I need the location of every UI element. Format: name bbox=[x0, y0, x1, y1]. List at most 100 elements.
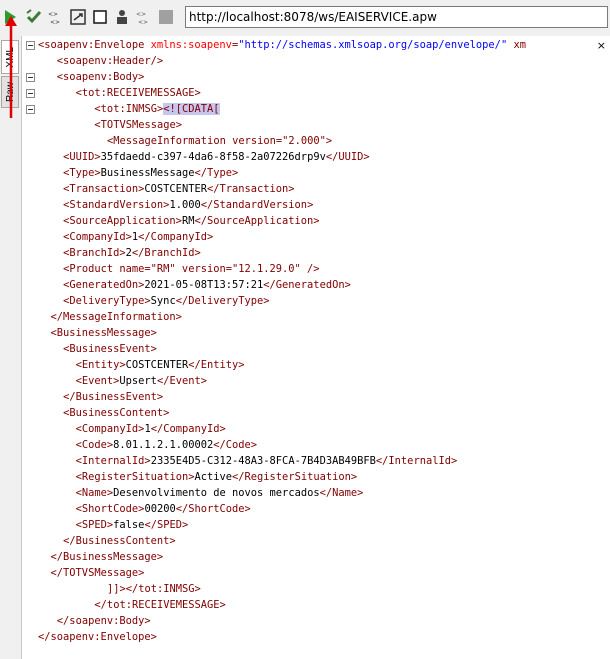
code-line: <UUID>35fdaedd-c397-4da6-8f58-2a07226drp… bbox=[63, 149, 370, 165]
code-line: </MessageInformation> bbox=[51, 309, 182, 325]
xml-text: 35fdaedd-c397-4da6-8f58-2a07226drp9v bbox=[100, 151, 326, 163]
code-line: </tot:RECEIVEMESSAGE> bbox=[94, 597, 225, 613]
xml-tag: <BusinessContent> bbox=[63, 407, 170, 419]
code-line: <BusinessContent> bbox=[63, 405, 169, 421]
xml-tag: <tot:INMSG> bbox=[94, 103, 164, 115]
xml-text: RM bbox=[181, 215, 195, 227]
code-line: <StandardVersion>1.000</StandardVersion> bbox=[63, 197, 313, 213]
stop-icon[interactable] bbox=[92, 9, 108, 25]
user-icon[interactable] bbox=[114, 9, 130, 25]
code-line: <GeneratedOn>2021-05-08T13:57:21</Genera… bbox=[63, 277, 351, 293]
code-line: <TOTVSMessage> bbox=[94, 117, 182, 133]
xml-text: false bbox=[113, 519, 145, 531]
side-tab-bar: XML Raw bbox=[0, 36, 20, 659]
code-line: <ShortCode>00200</ShortCode> bbox=[76, 501, 251, 517]
xml-tag: </tot:RECEIVEMESSAGE> bbox=[94, 599, 226, 611]
code-line: <soapenv:Body> bbox=[57, 69, 145, 85]
code-line: <Name>Desenvolvimento de novos mercados<… bbox=[76, 485, 364, 501]
xml-tag: <soapenv:Body> bbox=[56, 71, 145, 83]
xml-tag: </soapenv:Body> bbox=[56, 615, 151, 627]
xml-tag: ]]></tot:INMSG> bbox=[106, 583, 201, 595]
xml-tag: </RegisterSituation> bbox=[232, 471, 358, 483]
fold-toggle-icon[interactable] bbox=[26, 105, 35, 114]
xml-editor[interactable]: <soapenv:Envelope xmlns:soapenv="http://… bbox=[21, 36, 610, 659]
code-line: <tot:RECEIVEMESSAGE> bbox=[76, 85, 201, 101]
xml-tag: <SourceApplication> bbox=[63, 215, 182, 227]
code-line: </soapenv:Envelope> bbox=[38, 629, 157, 645]
xml-attr-value: "http://schemas.xmlsoap.org/soap/envelop… bbox=[238, 39, 508, 51]
code-line: <BranchId>2</BranchId> bbox=[63, 245, 201, 261]
code-line: <RegisterSituation>Active</RegisterSitua… bbox=[76, 469, 358, 485]
xml-tag: <UUID> bbox=[63, 151, 101, 163]
code-line: <SPED>false</SPED> bbox=[76, 517, 189, 533]
xml-text: COSTCENTER bbox=[144, 183, 207, 195]
code-line: ]]></tot:INMSG> bbox=[107, 581, 201, 597]
xml-tag: <ShortCode> bbox=[75, 503, 145, 515]
xml-tag: </Entity> bbox=[188, 359, 245, 371]
xml-tag: </GeneratedOn> bbox=[263, 279, 351, 291]
fold-toggle-icon[interactable] bbox=[26, 89, 35, 98]
xml-tag: xm bbox=[507, 39, 526, 51]
wsdl-icon[interactable] bbox=[70, 9, 86, 25]
format-xml-icon[interactable]: <> <> bbox=[48, 9, 64, 25]
code-line: <tot:INMSG><![CDATA[ bbox=[94, 101, 220, 117]
xml-tag: <TOTVSMessage> bbox=[94, 119, 183, 131]
xml-text: 00200 bbox=[144, 503, 176, 515]
xml-tag: <Event> bbox=[75, 375, 120, 387]
xml-text: Upsert bbox=[119, 375, 157, 387]
xml-tag: <soapenv:Header/> bbox=[56, 55, 164, 67]
xml-tag: </TOTVSMessage> bbox=[50, 567, 145, 579]
svg-text:<>: <> bbox=[138, 19, 148, 25]
xml-tag: <Code> bbox=[75, 439, 114, 451]
xml-tag: </MessageInformation> bbox=[50, 311, 182, 323]
code-line: </BusinessEvent> bbox=[63, 389, 163, 405]
xml-tag: </Transaction> bbox=[206, 183, 295, 195]
code-line: <Event>Upsert</Event> bbox=[76, 373, 207, 389]
svg-text:<>: <> bbox=[48, 11, 58, 18]
xml-tag: </StandardVersion> bbox=[200, 199, 314, 211]
xml-tag: <Product name="RM" version="12.1.29.0" /… bbox=[63, 263, 320, 275]
xml-tag: <Transaction> bbox=[63, 183, 145, 195]
xml-tag: </DeliveryType> bbox=[175, 295, 270, 307]
xml-tag: <MessageInformation version="2.000"> bbox=[106, 135, 333, 147]
xml-tag: <StandardVersion> bbox=[63, 199, 170, 211]
xml-tag: <BranchId> bbox=[63, 247, 126, 259]
xml-tag: </BranchId> bbox=[131, 247, 201, 259]
svg-text:<>: <> bbox=[136, 11, 146, 18]
endpoint-url-input[interactable]: http://localhost:8078/ws/EAISERVICE.apw bbox=[185, 6, 608, 28]
xml-tag: <tot:RECEIVEMESSAGE> bbox=[75, 87, 201, 99]
xml-tag: <soapenv:Envelope bbox=[38, 39, 151, 51]
toolbar: <> <> <> <> http://localhost:8078/ws/EAISE… bbox=[0, 0, 610, 36]
xml-tag: <Name> bbox=[75, 487, 114, 499]
code-line: <CompanyId>1</CompanyId> bbox=[76, 421, 226, 437]
xml-tag: </CompanyId> bbox=[138, 231, 214, 243]
fold-toggle-icon[interactable] bbox=[26, 73, 35, 82]
validate-icon[interactable] bbox=[26, 9, 42, 25]
xml-tag: <InternalId> bbox=[75, 455, 151, 467]
xml-text: 2021-05-08T13:57:21 bbox=[144, 279, 264, 291]
xml-text: Desenvolvimento de novos mercados bbox=[113, 487, 320, 499]
disabled-square-icon bbox=[158, 9, 174, 25]
schema-icon[interactable]: <> <> bbox=[136, 9, 152, 25]
red-arrow-annotation bbox=[5, 16, 17, 118]
xml-tag: <BusinessMessage> bbox=[50, 327, 157, 339]
code-line: <Code>8.01.1.2.1.00002</Code> bbox=[76, 437, 257, 453]
cdata-marker: <![CDATA[ bbox=[163, 103, 220, 115]
xml-tag: </BusinessEvent> bbox=[63, 391, 164, 403]
xml-tag: <SPED> bbox=[75, 519, 114, 531]
xml-tag: </Event> bbox=[156, 375, 207, 387]
xml-tag: </InternalId> bbox=[375, 455, 458, 467]
xml-tag: <CompanyId> bbox=[75, 423, 145, 435]
xml-text: 1.000 bbox=[169, 199, 201, 211]
xml-tag: </soapenv:Envelope> bbox=[38, 631, 157, 643]
xml-text: BusinessMessage bbox=[100, 167, 195, 179]
xml-tag: <BusinessEvent> bbox=[63, 343, 157, 355]
fold-toggle-icon[interactable] bbox=[26, 41, 35, 50]
xml-tag: </BusinessMessage> bbox=[50, 551, 164, 563]
code-line: <MessageInformation version="2.000"> bbox=[107, 133, 332, 149]
xml-tag: <GeneratedOn> bbox=[63, 279, 145, 291]
xml-tag: </SPED> bbox=[144, 519, 189, 531]
code-line: <soapenv:Header/> bbox=[57, 53, 163, 69]
close-icon[interactable]: × bbox=[597, 39, 606, 52]
xml-tag: </UUID> bbox=[325, 151, 370, 163]
